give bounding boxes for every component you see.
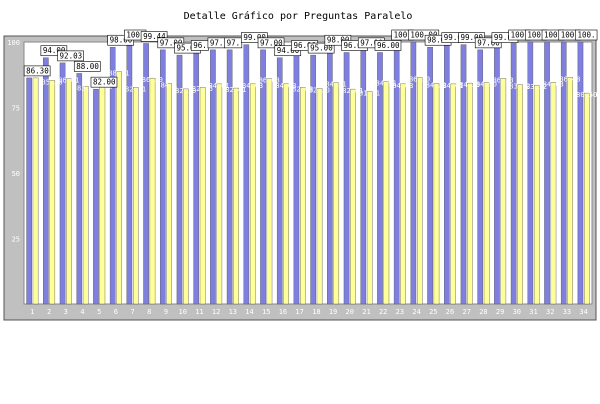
y-tick-label: 75 (12, 105, 20, 113)
bar-series-2 (450, 83, 457, 305)
data-label-series-1: 100. (577, 31, 595, 40)
bar-series-1 (43, 57, 49, 305)
bar-series-2 (249, 83, 256, 305)
x-tick-label: 18 (312, 308, 320, 316)
bar-series-2 (533, 84, 540, 305)
data-label-series-1: 88.00 (76, 62, 99, 71)
bar-series-2 (584, 92, 590, 305)
bar-series-2 (350, 88, 356, 305)
x-tick-label: 12 (212, 308, 220, 316)
x-tick-label: 31 (529, 308, 537, 316)
bar-series-2 (266, 78, 273, 305)
x-tick-label: 32 (546, 308, 554, 316)
x-tick-label: 3 (64, 308, 68, 316)
chart-title: Detalle Gráfico por Preguntas Paralelo (184, 10, 413, 22)
bar-series-2 (49, 80, 56, 305)
x-tick-label: 26 (446, 308, 454, 316)
data-label-series-1: 96. (193, 41, 207, 50)
bar-series-2 (300, 87, 306, 305)
x-tick-label: 34 (579, 308, 587, 316)
x-tick-label: 8 (147, 308, 151, 316)
bar-series-2 (166, 83, 173, 305)
data-label-series-1: 92.03 (60, 51, 83, 60)
bar-series-2 (366, 91, 373, 305)
chart: Detalle Gráfico por Preguntas Paralelo 2… (0, 0, 600, 400)
bar-series-2 (550, 82, 557, 305)
y-tick-label: 100 (7, 39, 20, 47)
bar-series-2 (517, 84, 523, 305)
data-label-series-1: 96.00 (377, 41, 400, 50)
bar-series-1 (527, 41, 534, 305)
x-tick-label: 27 (462, 308, 470, 316)
x-tick-label: 1 (30, 308, 34, 316)
bar-series-2 (233, 87, 239, 305)
bar-series-2 (283, 83, 289, 305)
bar-series-1 (93, 88, 99, 305)
bar-series-2 (567, 77, 573, 305)
bar-series-2 (82, 86, 89, 305)
data-label-series-2: 81.11 (359, 89, 380, 97)
data-label-series-2: 88.71 (108, 70, 129, 78)
data-label-series-2: 82.71 (125, 85, 146, 93)
x-tick-label: 10 (178, 308, 186, 316)
x-tick-label: 11 (195, 308, 203, 316)
bar-series-2 (132, 87, 139, 305)
x-tick-label: 25 (429, 308, 437, 316)
bar-series-1 (126, 41, 133, 305)
x-tick-label: 20 (346, 308, 354, 316)
bar-series-2 (32, 77, 39, 305)
x-tick-label: 7 (130, 308, 134, 316)
x-tick-label: 21 (362, 308, 370, 316)
bar-series-1 (26, 77, 32, 305)
x-tick-label: 13 (229, 308, 237, 316)
bar-series-2 (333, 82, 340, 305)
data-label-series-1: 97. (227, 38, 241, 47)
bar-series-2 (316, 88, 323, 305)
x-tick-label: 4 (80, 308, 84, 316)
bar-series-1 (276, 57, 283, 305)
x-tick-label: 30 (513, 308, 521, 316)
data-label-series-1: 86.30 (26, 66, 49, 75)
x-tick-label: 9 (164, 308, 168, 316)
bar-series-2 (483, 82, 490, 305)
bar-series-2 (199, 86, 206, 305)
x-tick-label: 17 (295, 308, 303, 316)
bar-series-2 (383, 81, 390, 305)
x-tick-label: 24 (412, 308, 420, 316)
x-tick-label: 23 (396, 308, 404, 316)
x-tick-label: 5 (97, 308, 101, 316)
data-label-series-2: 80.50 (576, 91, 597, 99)
x-tick-label: 22 (379, 308, 387, 316)
bar-series-2 (216, 83, 223, 305)
bar-series-2 (149, 77, 156, 305)
x-tick-label: 33 (563, 308, 571, 316)
x-tick-label: 2 (47, 308, 51, 316)
x-tick-label: 6 (114, 308, 118, 316)
bar-series-1 (59, 62, 66, 305)
bar-series-2 (433, 83, 440, 305)
bar-series-2 (400, 83, 406, 305)
y-tick-label: 50 (12, 170, 20, 178)
bar-series-2 (416, 77, 423, 305)
data-label-series-2: 86.48 (559, 75, 580, 83)
x-tick-label: 29 (496, 308, 504, 316)
bar-series-2 (66, 78, 72, 305)
bar-series-2 (500, 78, 507, 305)
x-tick-label: 16 (279, 308, 287, 316)
bar-series-2 (467, 82, 473, 305)
bar-series-2 (183, 88, 189, 305)
x-tick-label: 28 (479, 308, 487, 316)
x-tick-label: 19 (329, 308, 337, 316)
bar-series-2 (99, 84, 106, 305)
x-tick-label: 15 (262, 308, 270, 316)
data-label-series-1: 82.00 (93, 78, 116, 87)
bar-series-2 (116, 71, 122, 305)
y-tick-label: 25 (12, 236, 20, 244)
x-tick-label: 14 (245, 308, 253, 316)
chart-svg: Detalle Gráfico por Preguntas Paralelo 2… (3, 10, 598, 321)
bar-series-1 (76, 73, 83, 305)
data-label-series-1: 97. (210, 38, 224, 47)
